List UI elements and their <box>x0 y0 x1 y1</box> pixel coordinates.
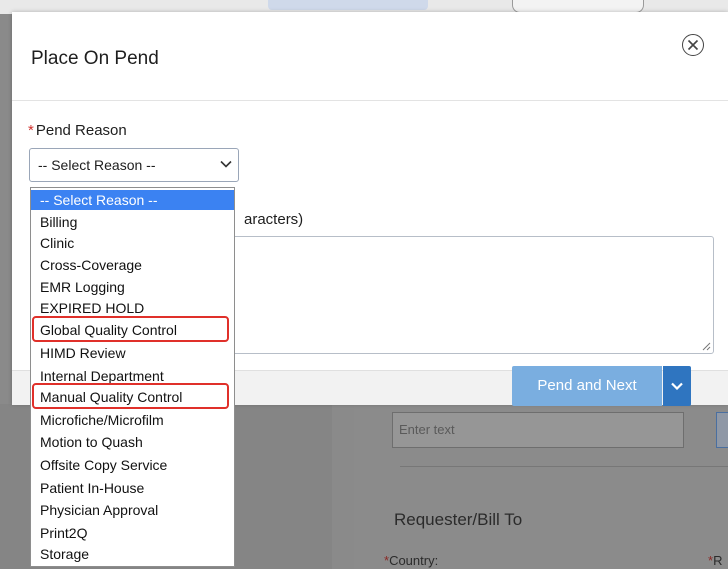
requester-bill-to-heading: Requester/Bill To <box>394 510 523 529</box>
chevron-down-icon <box>220 160 232 168</box>
option-physician-approval[interactable]: Physician Approval <box>31 500 234 520</box>
close-x-glyph <box>687 39 699 51</box>
dialog-title: Place On Pend <box>31 48 159 69</box>
background-input-placeholder: Enter text <box>399 422 455 437</box>
close-icon[interactable] <box>682 34 704 56</box>
highlight-global-quality-control <box>32 316 229 342</box>
second-field-label: *R <box>708 553 722 568</box>
option-billing[interactable]: Billing <box>31 212 234 232</box>
pend-reason-label: * Pend Reason <box>28 122 127 139</box>
dialog-header: Place On Pend <box>12 12 728 101</box>
option-print2q[interactable]: Print2Q <box>31 523 234 543</box>
required-marker: * <box>28 122 34 139</box>
background-button-edge[interactable] <box>716 412 728 448</box>
option-microfiche-microfilm[interactable]: Microfiche/Microfilm <box>31 410 234 430</box>
pend-reason-label-text: Pend Reason <box>35 122 127 139</box>
resize-grip-icon[interactable] <box>701 341 711 351</box>
option-cross-coverage[interactable]: Cross-Coverage <box>31 255 234 275</box>
option-himd-review[interactable]: HIMD Review <box>31 343 234 363</box>
notes-textarea[interactable] <box>224 236 714 354</box>
pend-reason-selected-value: -- Select Reason -- <box>38 157 156 173</box>
option-offsite-copy-service[interactable]: Offsite Copy Service <box>31 455 234 475</box>
option-expired-hold[interactable]: EXPIRED HOLD <box>31 298 234 318</box>
country-label-text: Country: <box>389 553 439 568</box>
country-label: *Country: <box>384 553 438 568</box>
highlight-manual-quality-control <box>32 383 229 409</box>
pend-options-dropdown-button[interactable] <box>663 366 691 406</box>
notes-label: aracters) <box>244 211 304 228</box>
background-tab <box>268 0 428 10</box>
option-select-reason[interactable]: -- Select Reason -- <box>31 190 234 210</box>
background-divider <box>400 466 728 467</box>
background-text-input[interactable]: Enter text <box>392 412 684 448</box>
option-emr-logging[interactable]: EMR Logging <box>31 277 234 297</box>
pend-reason-options-list: -- Select Reason -- Billing Clinic Cross… <box>30 187 235 567</box>
option-motion-to-quash[interactable]: Motion to Quash <box>31 432 234 452</box>
pend-reason-select[interactable]: -- Select Reason -- <box>29 148 239 182</box>
second-field-label-text: R <box>713 553 723 568</box>
pend-and-next-button[interactable]: Pend and Next <box>512 366 662 406</box>
option-clinic[interactable]: Clinic <box>31 233 234 253</box>
chevron-down-icon <box>671 382 683 390</box>
option-storage[interactable]: Storage <box>31 544 234 564</box>
option-patient-in-house[interactable]: Patient In-House <box>31 478 234 498</box>
